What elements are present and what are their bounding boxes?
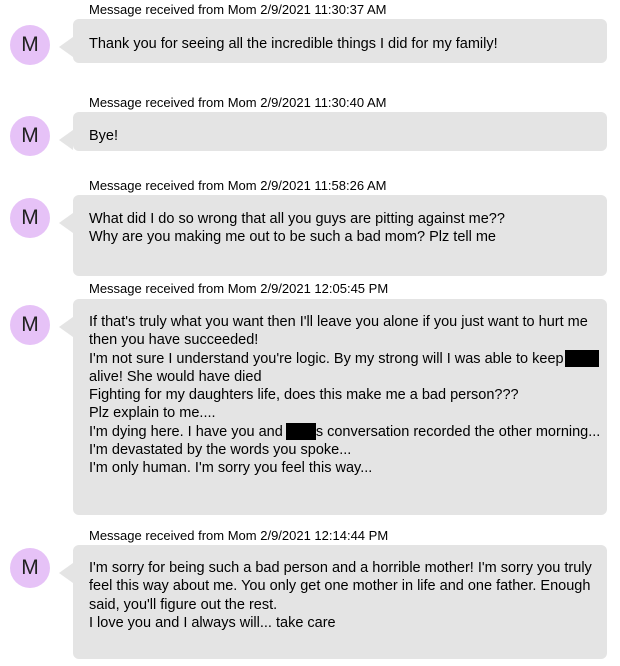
message-text-line: Plz explain to me.... [89,405,216,422]
message-header: Message received from Mom 2/9/2021 12:14… [89,528,389,543]
message-text-line: Why are you making me out to be such a b… [89,229,496,246]
message-text-line: alive! She would have died [89,368,262,385]
redaction-box [285,422,316,440]
message-bubble: Thank you for seeing all the incredible … [59,19,607,63]
message-bubble: If that's truly what you want then I'll … [59,299,607,515]
message-header: Message received from Mom 2/9/2021 11:30… [89,95,387,110]
message-text-line: Thank you for seeing all the incredible … [89,36,498,52]
sender-avatar: M [10,548,50,588]
message-text-line: I'm devastated by the words you spoke... [89,442,352,459]
sender-avatar: M [10,305,50,345]
message-text-segment: s conversation recorded the other mornin… [315,423,601,440]
message-text-line: I'm sorry for being such a bad person an… [89,560,592,576]
sender-avatar: M [10,198,50,238]
sender-avatar: M [10,116,50,156]
message-text-line: Fighting for my daughters life, does thi… [89,387,519,404]
message-text-segment: I'm not sure I understand you're logic. … [89,350,564,367]
message-text-line: said, you'll figure out the rest. [89,596,278,613]
message-header: Message received from Mom 2/9/2021 12:05… [89,281,389,296]
sender-avatar: M [10,25,50,65]
message-text-line: I love you and I always will... take car… [89,614,336,631]
message-text-line: Bye! [89,128,119,144]
message-text-line: then you have succeeded! [89,332,259,349]
redaction-box [564,349,599,367]
message-header: Message received from Mom 2/9/2021 11:30… [89,2,387,17]
message-text-segment: I'm dying here. I have you and [89,423,283,440]
message-text-line: If that's truly what you want then I'll … [89,314,588,330]
message-header: Message received from Mom 2/9/2021 11:58… [89,178,387,193]
message-bubble: I'm sorry for being such a bad person an… [59,545,607,659]
message-text-line: I'm only human. I'm sorry you feel this … [89,460,373,477]
message-text-line: What did I do so wrong that all you guys… [89,211,505,227]
message-bubble: What did I do so wrong that all you guys… [59,195,607,276]
message-text-line: feel this way about me. You only get one… [89,578,591,595]
message-text-line: I'm dying here. I have you and s conversa… [89,422,600,441]
message-bubble: Bye! [59,112,607,151]
message-text-line: I'm not sure I understand you're logic. … [89,349,599,368]
